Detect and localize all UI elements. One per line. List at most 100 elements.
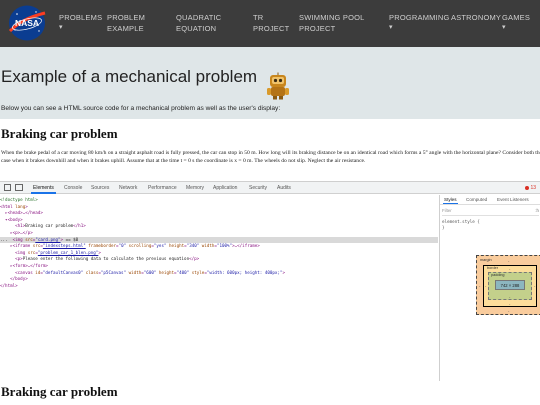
tab-performance[interactable]: Performance [148,185,177,191]
tab-event-listeners[interactable]: Event Listeners [497,197,529,202]
tab-console[interactable]: Console [64,185,82,191]
nav-label: QUADRATIC [176,13,222,22]
code-token: == $0 [65,236,79,242]
nasa-logo-icon[interactable]: NASA [7,4,47,42]
code-token: ▾<body> [0,216,23,222]
tab-audits[interactable]: Audits [277,185,291,191]
robot-mascot-icon [267,72,289,100]
margin-bottom-value: - [508,308,510,313]
box-model-border: border - - - - padding - 742 × 288 [483,265,537,307]
element-style-selector: element.style { [442,219,480,224]
code-token: width [199,243,215,249]
code-token: style [189,269,205,275]
box-model-diagram: margin - - - border - - - - padding - 74… [476,255,540,315]
nav-item-astronomy[interactable]: ASTRONOMY [451,12,501,23]
tab-security[interactable]: Security [249,185,267,191]
error-count-badge[interactable]: 13 [525,185,536,191]
devtools-panel: Elements Console Sources Network Perform… [0,181,540,381]
nav-label: ASTRONOMY [451,13,502,22]
code-token: lang [15,203,26,209]
nav-label-line2: EQUATION [176,24,217,33]
inspect-element-icon[interactable] [4,184,11,191]
dom-node[interactable]: <p>Please enter the following data to ca… [0,256,438,262]
tab-application[interactable]: Application [213,185,237,191]
code-token: ▸<iframe [0,243,33,249]
error-count: 13 [530,185,536,191]
code-token: </h1> [73,223,86,229]
chevron-down-icon: ▾ [389,24,393,31]
dom-node[interactable]: ▸<p>…</p> [0,230,438,236]
border-bottom-value: - [509,301,511,306]
border-top-value: - [509,266,511,271]
problem-heading: Braking car problem [1,126,118,141]
element-style-close: } [442,225,445,230]
nav-label: PROGRAMMING [389,13,450,22]
code-token: "yes" [153,243,167,249]
tab-memory[interactable]: Memory [186,185,204,191]
code-token: "indexsteps.html" [42,243,86,249]
nav-label-line2: PROJECT [253,24,290,33]
hover-state-toggle[interactable]: :h [535,208,539,213]
nav-item-swimming-pool-project[interactable]: SWIMMING POOL PROJECT [299,12,365,34]
nav-item-tr-project[interactable]: TR PROJECT [253,12,289,34]
dom-node[interactable]: <img src="problem_car_1_blen.png"> [0,250,438,256]
chevron-down-icon: ▾ [59,24,63,31]
dom-node[interactable]: <!doctype html> [0,197,438,203]
nav-item-problem-example[interactable]: PROBLEM EXAMPLE [107,12,145,34]
dom-node[interactable]: ▾<body> [0,217,438,223]
tab-styles[interactable]: Styles [443,197,458,204]
nav-label: PROBLEM [107,13,146,22]
dom-node[interactable]: ▸<head>…</head> [0,210,438,216]
code-token: Braking car problem [25,223,74,229]
code-token: > [25,203,28,209]
code-token: scrolling [126,243,152,249]
padding-bottom-value: - [509,294,511,299]
code-token: > [282,269,286,275]
dom-node[interactable]: ▸<form>…</form> [0,263,438,269]
box-model-margin-label: margin [480,258,492,262]
nav-item-games[interactable]: GAMES ▾ [502,12,530,32]
problem-text: When the brake pedal of a car moving 80 … [1,150,540,164]
code-token: src [25,236,33,242]
dom-node[interactable]: <h1>Braking car problem</h1> [0,223,438,229]
code-token: "0" [118,243,127,249]
tab-network[interactable]: Network [119,185,137,191]
code-token: "p5Canvas" [100,269,127,275]
nav-item-quadratic-equation[interactable]: QUADRATIC EQUATION [176,12,221,34]
border-right-value: - [534,283,536,288]
code-token: <p> [0,256,23,262]
nav-item-problems[interactable]: PROBLEMS ▾ [59,12,102,32]
top-navigation-bar: NASA PROBLEMS ▾ PROBLEM EXAMPLE QUADRATI… [0,0,540,47]
code-token: </html> [0,282,18,288]
code-token: "width: 600px; height: 400px;" [206,269,283,275]
tab-computed[interactable]: Computed [466,197,487,202]
dom-node[interactable]: </body> [0,276,438,282]
nav-label: TR [253,13,264,22]
page-subtitle: Below you can see a HTML source code for… [1,105,281,112]
device-toolbar-icon[interactable] [15,184,23,191]
code-token: "340" [186,243,200,249]
code-token: <img [0,249,28,255]
code-token: <h1> [0,223,26,229]
dom-node-selected[interactable]: ... <img src="card.png"> == $0 [0,236,438,243]
dom-node[interactable]: ▸<iframe src="indexsteps.html" framebord… [0,243,438,249]
svg-text:NASA: NASA [15,18,39,28]
code-token: height [166,243,185,249]
chevron-down-icon: ▾ [502,24,506,31]
code-token: "defaultCanvas0" [42,269,84,275]
tab-sources[interactable]: Sources [91,185,109,191]
code-token: >…</iframe> [232,243,260,249]
dom-node[interactable]: <canvas id="defaultCanvas0" class="p5Can… [0,270,438,276]
dom-node[interactable]: <html lang> [0,204,438,210]
nav-item-programming[interactable]: PROGRAMMING ▾ [389,12,450,32]
code-token: width [126,269,142,275]
tab-elements[interactable]: Elements [31,185,56,194]
nav-label: GAMES [502,13,531,22]
page-title: Example of a mechanical problem [1,67,258,86]
dom-node[interactable]: </html> [0,283,438,289]
margin-top-value: - [508,258,510,263]
dom-tree[interactable]: <!doctype html> <html lang> ▸<head>…</hea… [0,195,438,381]
code-token: <canvas [0,269,36,275]
styles-filter-input[interactable]: Filter :h [442,208,539,216]
element-style-rule[interactable]: element.style { } [442,219,480,231]
